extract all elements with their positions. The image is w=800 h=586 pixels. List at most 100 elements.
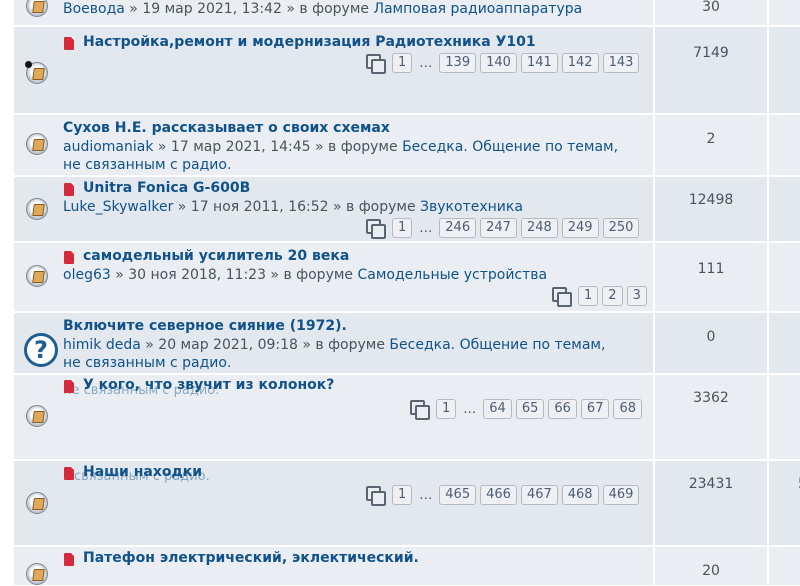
topic-read-icon: [26, 563, 48, 585]
forum-link[interactable]: Беседка. Общение по темам,: [402, 139, 618, 155]
topic-pagination: 1 2 3: [552, 286, 647, 307]
pages-icon: [366, 219, 386, 239]
column-divider: [767, 115, 769, 175]
pdf-attachment-icon: [64, 380, 74, 393]
page-link[interactable]: 1: [436, 399, 457, 419]
reply-count: 111: [697, 261, 725, 277]
column-divider: [653, 243, 655, 311]
page-link[interactable]: 2: [602, 286, 623, 306]
author-link[interactable]: audiomaniak: [63, 139, 153, 155]
author-link[interactable]: Воевода: [63, 1, 125, 17]
post-date: » 20 мар 2021, 09:18 » в форуме: [140, 337, 390, 353]
reply-count: 2: [706, 131, 716, 147]
topic-title-link[interactable]: Unitra Fonica G-600B: [83, 180, 250, 196]
question-icon: ?: [24, 333, 58, 367]
topic-row[interactable]: ? Включите северное сияние (1972). himik…: [14, 312, 800, 374]
page-link[interactable]: 140: [480, 53, 517, 73]
reply-count: 23431: [688, 476, 734, 492]
forum-link[interactable]: Беседка. Общение по темам,: [389, 337, 605, 353]
topic-read-icon: [26, 133, 48, 155]
page-link[interactable]: 68: [613, 399, 643, 419]
topic-title-link[interactable]: самодельный усилитель 20 века: [83, 248, 349, 264]
page-link[interactable]: 142: [561, 53, 599, 73]
topic-read-icon: [26, 0, 48, 17]
forum-link[interactable]: Самодельные устройства: [357, 267, 547, 283]
column-divider: [653, 375, 655, 459]
author-link[interactable]: oleg63: [63, 267, 111, 283]
topic-row[interactable]: Настройка,ремонт и модернизация Радиотех…: [14, 26, 800, 114]
topic-row[interactable]: самодельный усилитель 20 века oleg63 » 3…: [14, 242, 800, 312]
page-link[interactable]: 466: [480, 485, 517, 505]
pdf-attachment-icon: [64, 553, 74, 566]
topic-meta: Luke_Skywalker » 17 ноя 2011, 16:52 » в …: [63, 198, 523, 216]
page-link[interactable]: 139: [439, 53, 477, 73]
topic-pagination: 1 … 139 140 141 142 143: [366, 53, 640, 74]
topic-row[interactable]: Патефон электрический, эклектический. 20: [14, 546, 800, 586]
topic-meta: oleg63 » 30 ноя 2018, 11:23 » в форуме С…: [63, 266, 547, 284]
topic-title-link[interactable]: Настройка,ремонт и модернизация Радиотех…: [83, 34, 536, 50]
forum-link-continued[interactable]: не связанным с радио.: [63, 355, 231, 371]
pagination-ellipsis: …: [419, 220, 433, 236]
column-divider: [653, 27, 655, 113]
author-link[interactable]: himik deda: [63, 337, 141, 353]
page-link[interactable]: 141: [520, 53, 558, 73]
page-link[interactable]: 246: [439, 218, 477, 238]
page-link[interactable]: 249: [561, 218, 599, 238]
column-divider: [767, 27, 769, 113]
page-link[interactable]: 143: [602, 53, 640, 73]
reply-count: 7149: [693, 45, 729, 61]
page-link[interactable]: 465: [439, 485, 477, 505]
page-link[interactable]: 1: [392, 485, 413, 505]
topic-row[interactable]: Сухов Н.Е. рассказывает о своих схемах a…: [14, 114, 800, 176]
column-divider: [767, 547, 769, 585]
topic-title-link[interactable]: Патефон электрический, эклектический.: [83, 550, 419, 566]
page-link[interactable]: 248: [520, 218, 558, 238]
topic-title-link[interactable]: У кого, что звучит из колонок?: [83, 377, 334, 393]
page-link[interactable]: 247: [480, 218, 517, 238]
column-divider: [767, 0, 769, 25]
column-divider: [653, 177, 655, 241]
topic-read-icon: [26, 265, 48, 287]
column-divider: [767, 461, 769, 545]
page-link[interactable]: 1: [578, 286, 599, 306]
page-link[interactable]: 469: [602, 485, 640, 505]
topic-meta: Воевода » 19 мар 2021, 13:42 » в форуме …: [63, 0, 582, 18]
topic-row[interactable]: Воевода » 19 мар 2021, 13:42 » в форуме …: [14, 0, 800, 26]
forum-link[interactable]: Ламповая радиоаппаратура: [373, 1, 582, 17]
topic-title-link[interactable]: Сухов Н.Е. рассказывает о своих схемах: [63, 120, 390, 136]
page-link[interactable]: 64: [483, 399, 512, 419]
page-link[interactable]: 1: [392, 218, 413, 238]
topic-row[interactable]: не связанным с радио. У кого, что звучит…: [14, 374, 800, 460]
pagination-ellipsis: …: [463, 401, 477, 417]
author-link[interactable]: Luke_Skywalker: [63, 199, 173, 215]
topic-title-link[interactable]: Наши находки: [83, 464, 202, 480]
topic-row[interactable]: связанным с радио. Наши находки 1 … 465 …: [14, 460, 800, 546]
pages-icon: [410, 400, 430, 420]
page-link[interactable]: 467: [520, 485, 558, 505]
reply-count: 3362: [693, 390, 729, 406]
page-link[interactable]: 65: [515, 399, 545, 419]
pagination-ellipsis: …: [419, 55, 433, 71]
left-margin: [0, 0, 14, 569]
page-link[interactable]: 1: [392, 53, 413, 73]
topic-read-icon: [26, 492, 48, 514]
post-date: » 17 ноя 2011, 16:52 » в форуме: [173, 199, 421, 215]
page-link[interactable]: 250: [602, 218, 640, 238]
page-link[interactable]: 67: [580, 399, 610, 419]
forum-link[interactable]: Звукотехника: [420, 199, 523, 215]
reply-count: 30: [702, 0, 720, 15]
column-divider: [767, 177, 769, 241]
page-link[interactable]: 66: [548, 399, 577, 419]
column-divider: [767, 243, 769, 311]
topic-title-link[interactable]: Включите северное сияние (1972).: [63, 318, 347, 334]
topic-row[interactable]: Unitra Fonica G-600B Luke_Skywalker » 17…: [14, 176, 800, 242]
pdf-attachment-icon: [64, 37, 74, 50]
page-link[interactable]: 468: [561, 485, 599, 505]
topic-meta: audiomaniak » 17 мар 2021, 14:45 » в фор…: [63, 138, 618, 174]
forum-link-continued[interactable]: не связанным с радио.: [63, 157, 231, 173]
topic-read-icon: [26, 198, 48, 220]
page-link[interactable]: 3: [626, 286, 647, 306]
topic-pagination: 1 … 465 466 467 468 469: [366, 485, 640, 506]
column-divider: [653, 461, 655, 545]
column-divider: [767, 375, 769, 459]
